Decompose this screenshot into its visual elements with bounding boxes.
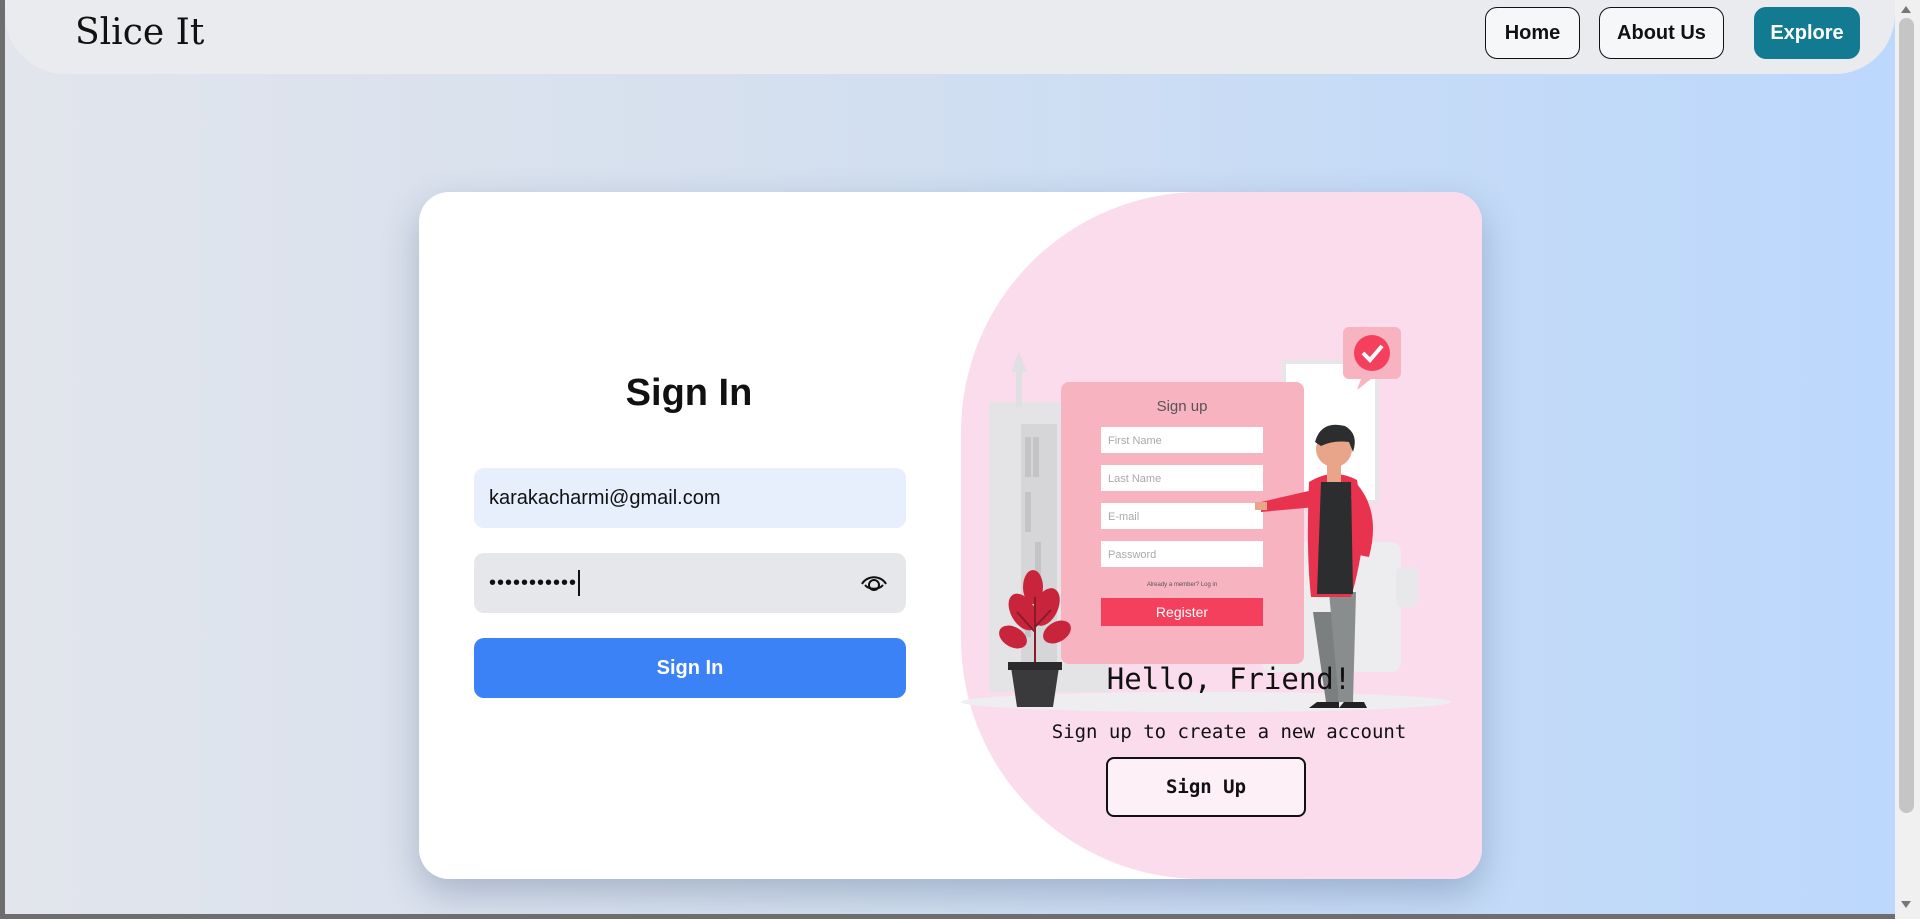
- signup-overlay-panel: Sign up First Name Last Name E-mail Pass…: [961, 192, 1482, 879]
- navbar: Slice It Home About Us Explore: [5, 0, 1895, 74]
- password-input[interactable]: •••••••••••: [474, 553, 906, 613]
- illustration-field-1: First Name: [1108, 435, 1162, 447]
- scrollbar-thumb[interactable]: [1899, 18, 1914, 813]
- signin-title: Sign In: [625, 372, 753, 414]
- illustration-field-3: E-mail: [1108, 511, 1139, 523]
- signin-button[interactable]: Sign In: [474, 638, 906, 698]
- eye-icon[interactable]: [860, 571, 888, 595]
- scroll-down-arrow-icon[interactable]: [1900, 900, 1912, 910]
- scroll-up-arrow-icon[interactable]: [1900, 4, 1912, 14]
- illustration-note: Already a member? Log in: [1147, 582, 1217, 588]
- page-viewport: Slice It Home About Us Explore Sign In k…: [5, 0, 1895, 914]
- signup-button[interactable]: Sign Up: [1106, 757, 1306, 817]
- email-value: karakacharmi@gmail.com: [489, 486, 721, 509]
- text-caret: [578, 570, 581, 596]
- illustration-field-4: Password: [1108, 549, 1156, 561]
- explore-button[interactable]: Explore: [1754, 7, 1860, 59]
- illustration-field-2: Last Name: [1108, 473, 1161, 485]
- about-us-button[interactable]: About Us: [1599, 7, 1724, 59]
- hello-heading: Hello, Friend!: [1106, 662, 1352, 696]
- illustration-title: Sign up: [1157, 398, 1208, 415]
- email-input[interactable]: karakacharmi@gmail.com: [474, 468, 906, 528]
- brand-logo[interactable]: Slice It: [75, 12, 204, 53]
- illustration-register: Register: [1156, 604, 1208, 620]
- auth-card: Sign In karakacharmi@gmail.com •••••••••…: [419, 192, 1482, 879]
- password-value: •••••••••••: [489, 571, 578, 594]
- home-button[interactable]: Home: [1485, 7, 1580, 59]
- signup-subtitle: Sign up to create a new account: [1051, 721, 1407, 743]
